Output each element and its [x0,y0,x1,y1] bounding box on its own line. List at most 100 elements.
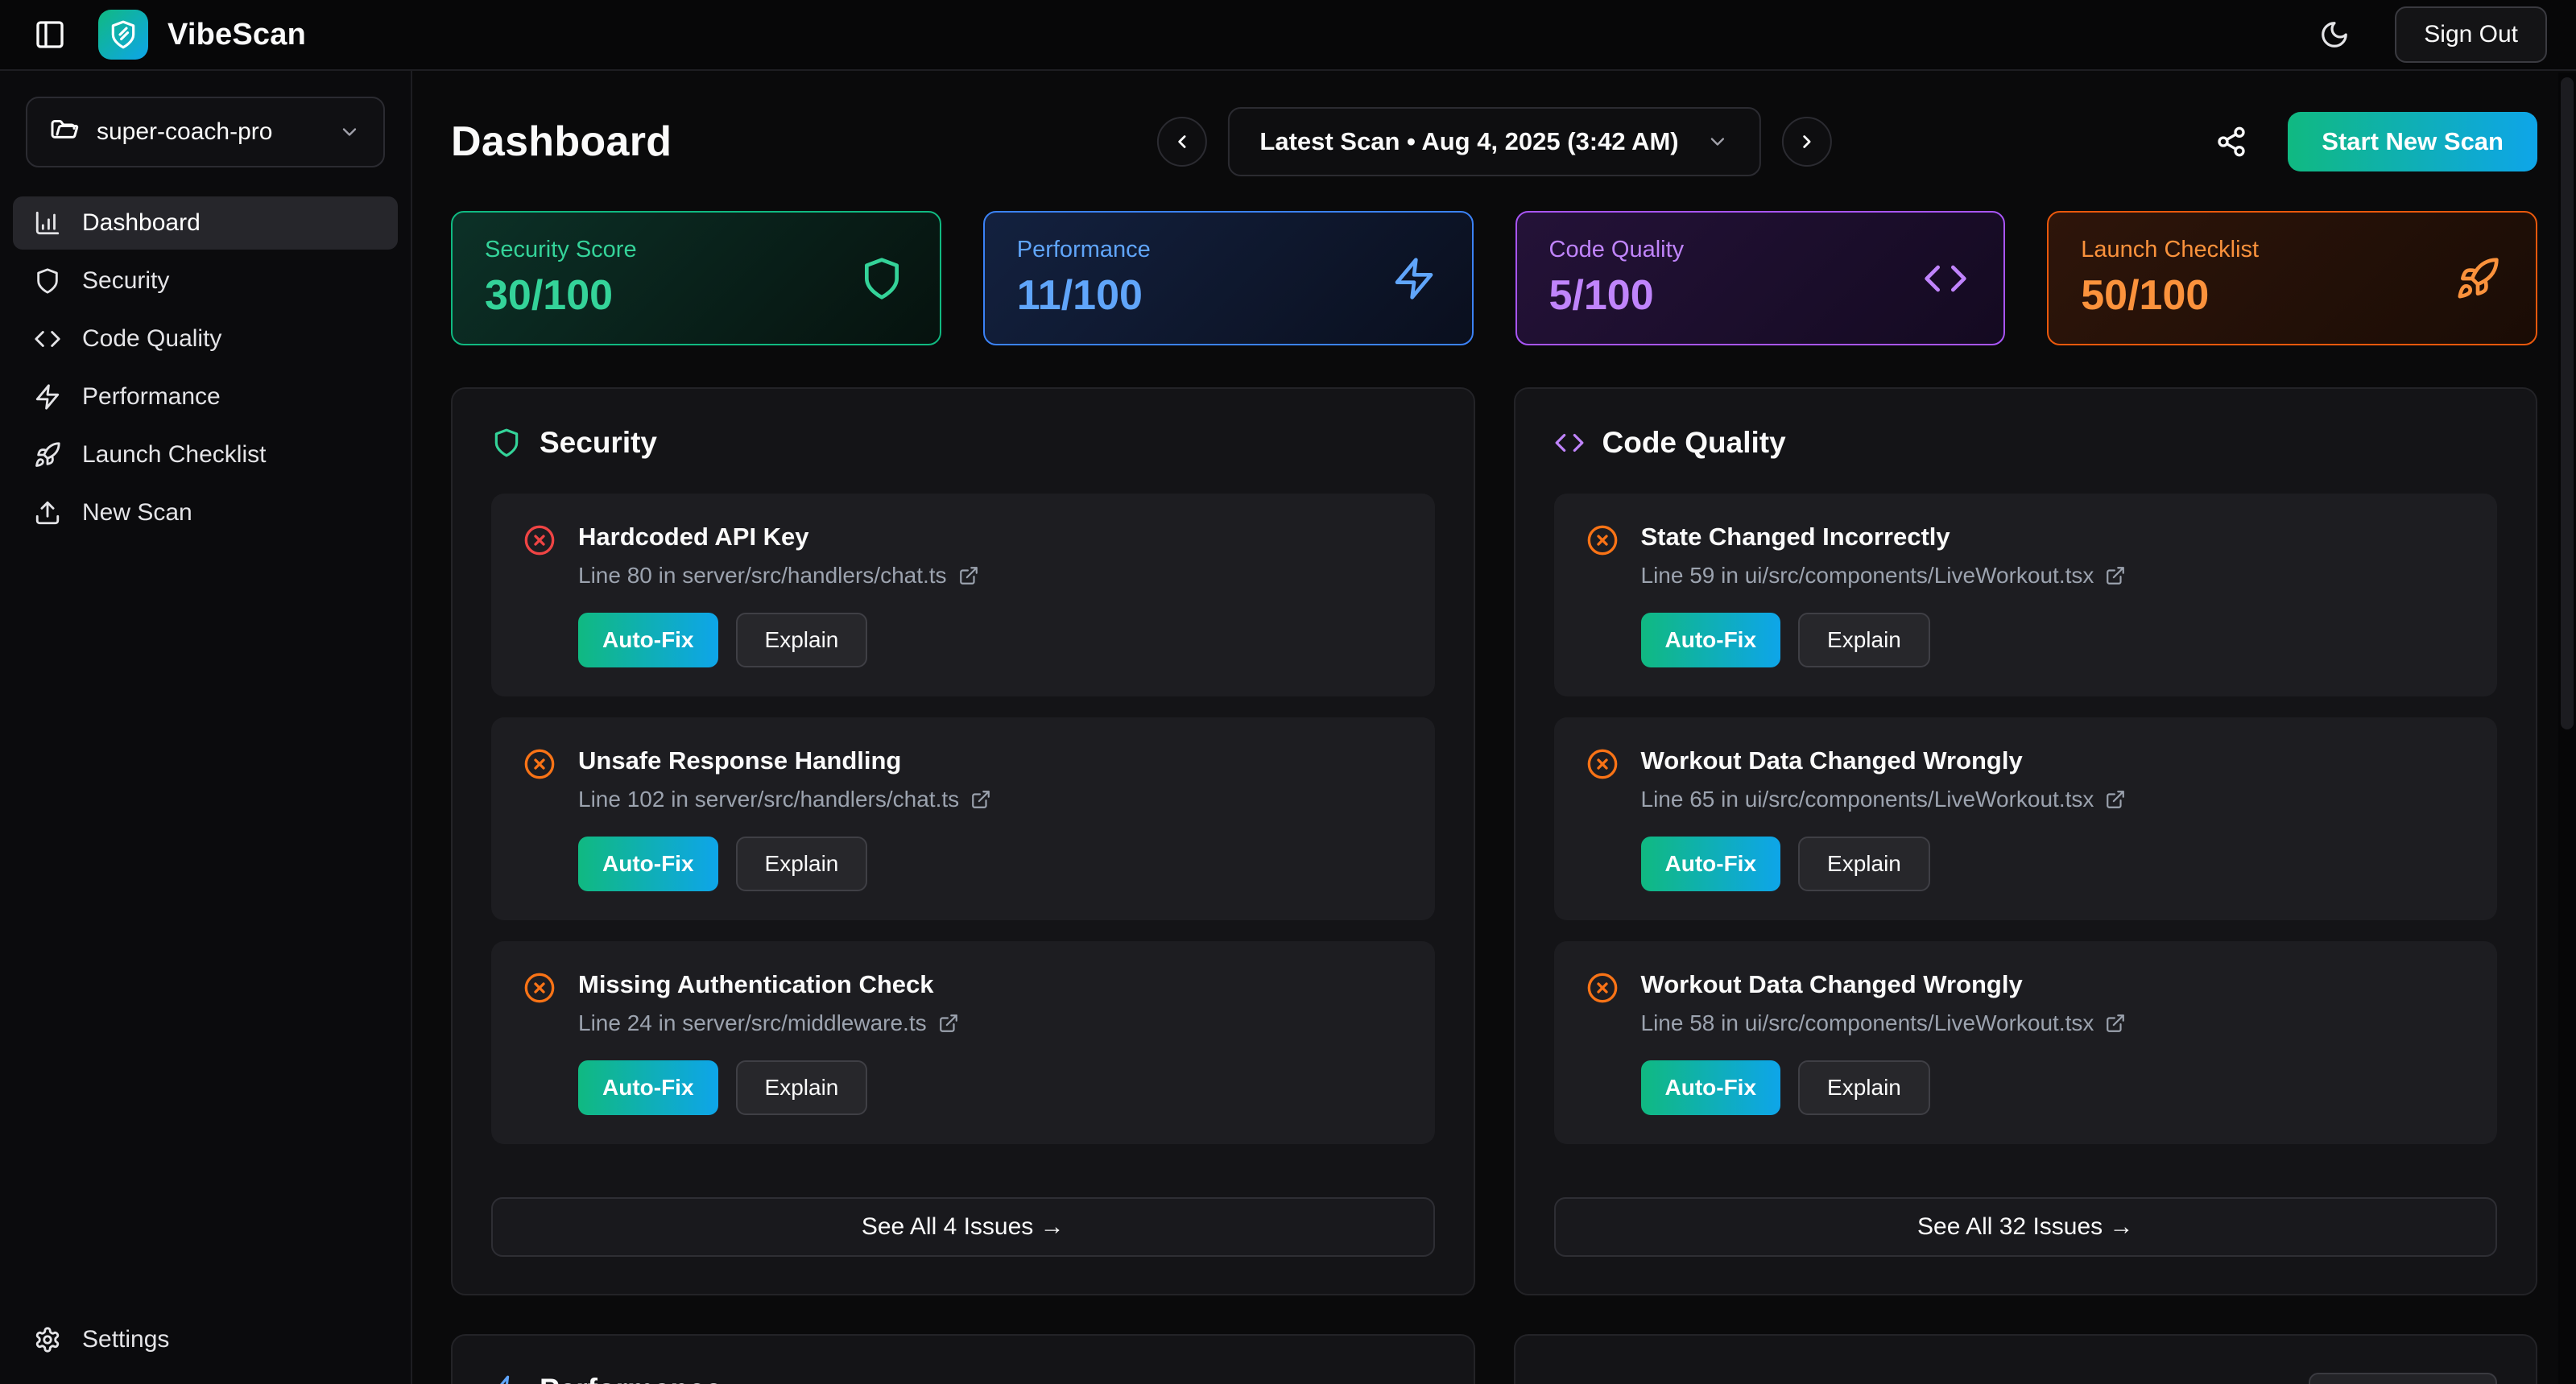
share-button[interactable] [2212,122,2251,161]
issue-location[interactable]: Line 59 in ui/src/components/LiveWorkout… [1641,563,2127,589]
sidebar-item-label: Code Quality [82,325,221,353]
issue-location-text: Line 24 in server/src/middleware.ts [578,1010,927,1036]
next-scan-button[interactable] [1782,117,1832,167]
sidebar-item-dashboard[interactable]: Dashboard [13,196,398,250]
issue-item: State Changed Incorrectly Line 59 in ui/… [1554,494,2498,696]
top-bar: VibeScan Sign Out [0,0,2576,71]
app-logo [98,10,148,60]
see-all-code-quality-issues-button[interactable]: See All 32 Issues → [1554,1197,2498,1257]
bar-chart-icon [34,209,61,237]
auto-fix-button[interactable]: Auto-Fix [578,1060,718,1115]
code-quality-section: Code Quality State Changed Incorrectly L… [1514,387,2538,1295]
explain-button[interactable]: Explain [736,837,868,891]
project-selector[interactable]: super-coach-pro [26,97,385,167]
page-scrollbar[interactable] [2558,72,2576,1384]
auto-fix-button[interactable]: Auto-Fix [1641,1060,1781,1115]
scan-selector-dropdown[interactable]: Latest Scan • Aug 4, 2025 (3:42 AM) [1227,107,1760,176]
issue-location[interactable]: Line 65 in ui/src/components/LiveWorkout… [1641,787,2127,812]
chevron-down-icon [338,121,361,143]
previous-scan-button[interactable] [1156,117,1206,167]
sidebar: super-coach-pro Dashboard Security Code … [0,71,412,1384]
performance-section-header: Performance [491,1373,1435,1384]
security-section: Security Hardcoded API Key Line 80 in se… [451,387,1475,1295]
external-link-icon [938,1013,959,1034]
scan-navigation: Latest Scan • Aug 4, 2025 (3:42 AM) [1156,107,1831,176]
sidebar-item-label: Security [82,267,169,295]
score-card-value: 30/100 [485,271,908,320]
auto-fix-button[interactable]: Auto-Fix [1641,613,1781,667]
score-card-label: Performance [1017,237,1440,263]
score-card-value: 50/100 [2081,271,2504,320]
x-circle-icon [523,972,556,1004]
x-circle-icon [523,748,556,780]
explain-button[interactable]: Explain [1798,1060,1930,1115]
security-section-header: Security [491,426,1435,460]
issue-title: State Changed Incorrectly [1641,523,2127,552]
issue-location-text: Line 80 in server/src/handlers/chat.ts [578,563,947,589]
issue-location[interactable]: Line 80 in server/src/handlers/chat.ts [578,563,979,589]
sidebar-item-label: New Scan [82,499,192,527]
issue-title: Missing Authentication Check [578,970,959,999]
issue-location[interactable]: Line 102 in server/src/handlers/chat.ts [578,787,991,812]
explain-button[interactable]: Explain [1798,837,1930,891]
explain-button[interactable]: Explain [736,1060,868,1115]
main-content: Dashboard Latest Scan • Aug 4, 2025 (3:4… [412,71,2576,1384]
score-card-value: 11/100 [1017,271,1440,320]
zap-icon [491,1374,522,1384]
shield-icon [491,428,522,458]
score-cards-row: Security Score 30/100 Performance 11/100… [451,211,2537,345]
x-circle-icon [523,524,556,556]
sidebar-item-code-quality[interactable]: Code Quality [13,312,398,366]
auto-fix-button[interactable]: Auto-Fix [578,837,718,891]
see-all-security-issues-button[interactable]: See All 4 Issues → [491,1197,1435,1257]
sidebar-item-label: Dashboard [82,209,201,237]
sign-out-button[interactable]: Sign Out [2395,6,2547,63]
theme-toggle-button[interactable] [2316,16,2353,53]
moon-icon [2319,19,2350,50]
auto-fix-button[interactable]: Auto-Fix [1641,837,1781,891]
issue-location-text: Line 65 in ui/src/components/LiveWorkout… [1641,787,2094,812]
score-card-label: Security Score [485,237,908,263]
code-quality-section-header: Code Quality [1554,426,2498,460]
sidebar-item-label: Performance [82,383,221,411]
external-link-icon [970,789,991,810]
sidebar-item-launch-checklist[interactable]: Launch Checklist [13,428,398,481]
external-link-icon [2105,1013,2126,1034]
project-name: super-coach-pro [97,118,272,146]
share-icon [2215,126,2247,158]
main-header: Dashboard Latest Scan • Aug 4, 2025 (3:4… [451,105,2537,179]
scan-selector-value: Latest Scan • Aug 4, 2025 (3:42 AM) [1259,127,1678,156]
score-card-label: Code Quality [1549,237,1972,263]
performance-section: Performance Inefficient Database Connect… [451,1334,1475,1384]
explain-button[interactable]: Explain [1798,613,1930,667]
sidebar-item-performance[interactable]: Performance [13,370,398,423]
launch-checklist-score-card[interactable]: Launch Checklist 50/100 [2047,211,2537,345]
panel-left-icon [34,19,66,51]
code-icon [1923,256,1968,301]
code-quality-score-card[interactable]: Code Quality 5/100 [1515,211,2006,345]
issue-title: Workout Data Changed Wrongly [1641,970,2127,999]
configure-button[interactable]: Configure [2309,1373,2497,1384]
security-score-card[interactable]: Security Score 30/100 [451,211,941,345]
explain-button[interactable]: Explain [736,613,868,667]
issue-location[interactable]: Line 24 in server/src/middleware.ts [578,1010,959,1036]
issue-location-text: Line 59 in ui/src/components/LiveWorkout… [1641,563,2094,589]
issue-location-text: Line 102 in server/src/handlers/chat.ts [578,787,959,812]
scrollbar-thumb[interactable] [2561,77,2574,729]
x-circle-icon [1586,524,1619,556]
shield-icon [34,267,61,295]
rocket-icon [2455,256,2500,301]
issue-location[interactable]: Line 58 in ui/src/components/LiveWorkout… [1641,1010,2127,1036]
sidebar-item-security[interactable]: Security [13,254,398,308]
auto-fix-button[interactable]: Auto-Fix [578,613,718,667]
issue-title: Unsafe Response Handling [578,746,991,775]
sidebar-toggle-button[interactable] [29,14,71,56]
start-new-scan-button[interactable]: Start New Scan [2288,112,2537,171]
performance-score-card[interactable]: Performance 11/100 [983,211,1474,345]
section-title: Code Quality [1602,426,1786,460]
gear-icon [34,1326,61,1353]
zap-icon [34,383,61,411]
section-title: Performance [540,1373,722,1384]
sidebar-item-new-scan[interactable]: New Scan [13,486,398,539]
sidebar-item-settings[interactable]: Settings [26,1318,385,1361]
